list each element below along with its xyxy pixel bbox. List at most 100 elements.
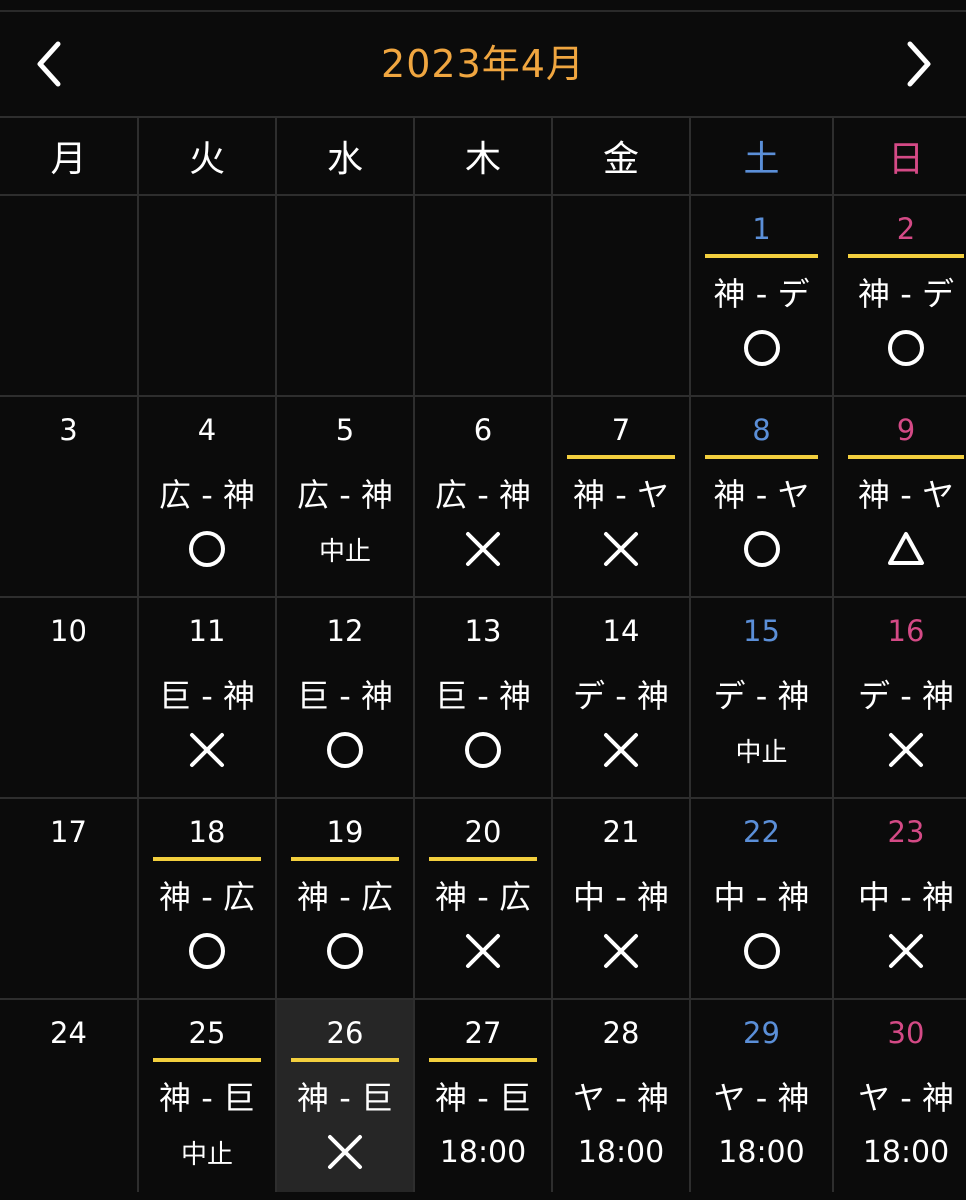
day-cell[interactable]: 2 神 - デ ○ bbox=[834, 196, 966, 395]
day-cell[interactable]: 28 ヤ - 神 18:00 bbox=[553, 1000, 689, 1198]
home-game-bar bbox=[705, 455, 818, 459]
day-cell[interactable]: 17 bbox=[0, 799, 137, 998]
day-cell[interactable]: 15 デ - 神中止 bbox=[691, 598, 832, 797]
home-game-bar bbox=[429, 857, 537, 861]
day-cell[interactable]: 29 ヤ - 神 18:00 bbox=[691, 1000, 832, 1198]
day-cell[interactable]: 1 神 - デ ○ bbox=[691, 196, 832, 395]
day-cell[interactable]: 9 神 - ヤ △ bbox=[834, 397, 966, 596]
day-cell[interactable]: 10 bbox=[0, 598, 137, 797]
home-game-bar bbox=[153, 857, 261, 861]
home-game-bar bbox=[153, 1058, 261, 1062]
matchup-label: 中 - 神 bbox=[713, 878, 810, 916]
matchup-label: 広 - 神 bbox=[435, 476, 531, 514]
day-number: 11 bbox=[188, 614, 226, 648]
game-time: 18:00 bbox=[691, 1126, 832, 1178]
empty-cell bbox=[0, 196, 137, 395]
day-number: 26 bbox=[326, 1016, 364, 1050]
day-cell[interactable]: 7 神 - ヤ × bbox=[553, 397, 689, 596]
result-mark: ○ bbox=[277, 724, 413, 776]
matchup-label: 巨 - 神 bbox=[159, 677, 255, 715]
day-cell[interactable]: 20 神 - 広 × bbox=[415, 799, 551, 998]
calendar-header: 2023年4月 bbox=[0, 12, 966, 116]
matchup-label: 中 - 神 bbox=[573, 878, 669, 916]
result-mark: × bbox=[834, 724, 966, 776]
day-cell[interactable]: 8 神 - ヤ ○ bbox=[691, 397, 832, 596]
day-cell[interactable]: 14 デ - 神 × bbox=[553, 598, 689, 797]
empty-cell bbox=[139, 196, 275, 395]
home-game-bar bbox=[848, 254, 964, 258]
matchup-label: 巨 - 神 bbox=[297, 677, 393, 715]
circle-win-icon: ○ bbox=[743, 531, 780, 567]
circle-win-icon: ○ bbox=[327, 933, 363, 969]
result-mark: × bbox=[553, 523, 689, 575]
result-mark: ○ bbox=[691, 322, 832, 374]
matchup-label: 神 - 広 bbox=[297, 878, 393, 916]
day-cell[interactable]: 21 中 - 神 × bbox=[553, 799, 689, 998]
day-cell[interactable]: 24 bbox=[0, 1000, 137, 1198]
day-cell[interactable]: 22 中 - 神 ○ bbox=[691, 799, 832, 998]
status-label: 中止 bbox=[318, 536, 371, 567]
day-cell[interactable]: 12 巨 - 神 ○ bbox=[277, 598, 413, 797]
day-number: 24 bbox=[50, 1016, 87, 1050]
game-status: 中止 bbox=[277, 523, 413, 575]
weekday-wed: 水 bbox=[277, 118, 413, 194]
circle-win-icon: ○ bbox=[189, 933, 225, 969]
matchup-label: 神 - ヤ bbox=[858, 476, 954, 514]
day-cell[interactable]: 23 中 - 神 × bbox=[834, 799, 966, 998]
day-cell[interactable]: 13 巨 - 神 ○ bbox=[415, 598, 551, 797]
day-number: 30 bbox=[887, 1016, 925, 1050]
start-time-label: 18:00 bbox=[718, 1134, 805, 1170]
bottom-edge bbox=[0, 1192, 966, 1200]
result-mark: × bbox=[834, 925, 966, 977]
matchup-label: 広 - 神 bbox=[159, 476, 255, 514]
day-cell[interactable]: 16 デ - 神 × bbox=[834, 598, 966, 797]
cross-loss-icon: × bbox=[604, 532, 638, 566]
weekday-thu: 木 bbox=[415, 118, 551, 194]
start-time-label: 18:00 bbox=[577, 1134, 665, 1170]
day-cell[interactable]: 18 神 - 広 ○ bbox=[139, 799, 275, 998]
matchup-label: 神 - 広 bbox=[435, 878, 531, 916]
weekday-tue: 火 bbox=[139, 118, 275, 194]
day-cell[interactable]: 3 bbox=[0, 397, 137, 596]
day-number: 15 bbox=[743, 614, 780, 648]
day-cell[interactable]: 6 広 - 神 × bbox=[415, 397, 551, 596]
start-time-label: 18:00 bbox=[439, 1134, 527, 1170]
day-number: 22 bbox=[743, 815, 780, 849]
circle-win-icon: ○ bbox=[888, 330, 924, 366]
result-mark: × bbox=[553, 925, 689, 977]
result-mark: ○ bbox=[691, 925, 832, 977]
home-game-bar bbox=[567, 455, 675, 459]
circle-win-icon: ○ bbox=[465, 732, 501, 768]
day-cell[interactable]: 4 広 - 神 ○ bbox=[139, 397, 275, 596]
day-cell[interactable]: 19 神 - 広 ○ bbox=[277, 799, 413, 998]
game-status: 中止 bbox=[139, 1126, 275, 1178]
chevron-right-icon bbox=[907, 41, 931, 87]
day-number: 16 bbox=[887, 614, 925, 648]
day-number: 12 bbox=[326, 614, 364, 648]
matchup-label: 神 - 広 bbox=[159, 878, 255, 916]
day-cell[interactable]: 5 広 - 神中止 bbox=[277, 397, 413, 596]
weekday-sun: 日 bbox=[834, 118, 966, 194]
result-mark: ○ bbox=[415, 724, 551, 776]
matchup-label: 神 - 巨 bbox=[435, 1079, 531, 1117]
day-cell[interactable]: 26 神 - 巨 × bbox=[277, 1000, 413, 1198]
day-cell[interactable]: 25 神 - 巨中止 bbox=[139, 1000, 275, 1198]
day-cell[interactable]: 30 ヤ - 神 18:00 bbox=[834, 1000, 966, 1198]
day-number: 2 bbox=[896, 212, 916, 246]
day-number: 6 bbox=[473, 413, 493, 447]
circle-win-icon: ○ bbox=[189, 531, 225, 567]
day-cell[interactable]: 27 神 - 巨 18:00 bbox=[415, 1000, 551, 1198]
next-month-button[interactable] bbox=[888, 34, 948, 94]
empty-cell bbox=[415, 196, 551, 395]
circle-win-icon: ○ bbox=[327, 732, 363, 768]
empty-cell bbox=[553, 196, 689, 395]
matchup-label: ヤ - 神 bbox=[858, 1079, 954, 1117]
day-number: 20 bbox=[464, 815, 502, 849]
matchup-label: 神 - ヤ bbox=[573, 476, 669, 514]
result-mark: × bbox=[553, 724, 689, 776]
game-time: 18:00 bbox=[834, 1126, 966, 1178]
matchup-label: 神 - ヤ bbox=[713, 476, 810, 514]
day-cell[interactable]: 11 巨 - 神 × bbox=[139, 598, 275, 797]
result-mark: × bbox=[277, 1126, 413, 1178]
day-number: 3 bbox=[59, 413, 78, 447]
